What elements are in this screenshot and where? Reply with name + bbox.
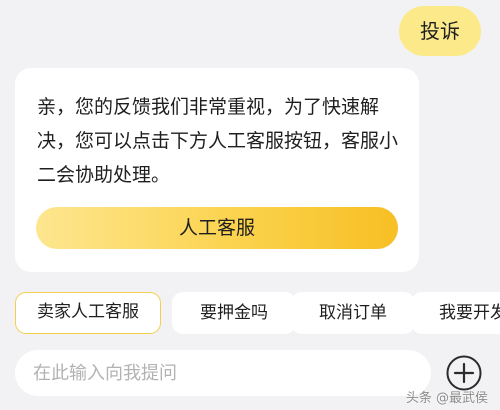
bot-message-text: 亲，您的反馈我们非常重视，为了快速解决，您可以点击下方人工客服按钮，客服小二会协… — [37, 96, 399, 186]
watermark: 头条 @最武侯 — [405, 391, 488, 406]
human-agent-button[interactable]: 人工客服 — [36, 207, 398, 249]
user-message-bubble: 投诉 — [399, 6, 481, 56]
quick-reply-cancel-order[interactable]: 取消订单 — [291, 292, 415, 334]
question-input-container — [15, 350, 431, 396]
quick-reply-deposit[interactable]: 要押金吗 — [172, 292, 296, 334]
bot-message-card: 亲，您的反馈我们非常重视，为了快速解决，您可以点击下方人工客服按钮，客服小二会协… — [15, 68, 419, 272]
quick-reply-invoice[interactable]: 我要开发 — [411, 292, 500, 334]
quick-reply-seller-agent[interactable]: 卖家人工客服 — [15, 292, 161, 334]
chat-screen: 投诉 亲，您的反馈我们非常重视，为了快速解决，您可以点击下方人工客服按钮，客服小… — [0, 0, 500, 410]
plus-circle-icon[interactable] — [446, 355, 482, 391]
question-input[interactable] — [15, 350, 431, 396]
quick-reply-bar: 卖家人工客服 要押金吗 取消订单 我要开发 — [15, 292, 500, 336]
